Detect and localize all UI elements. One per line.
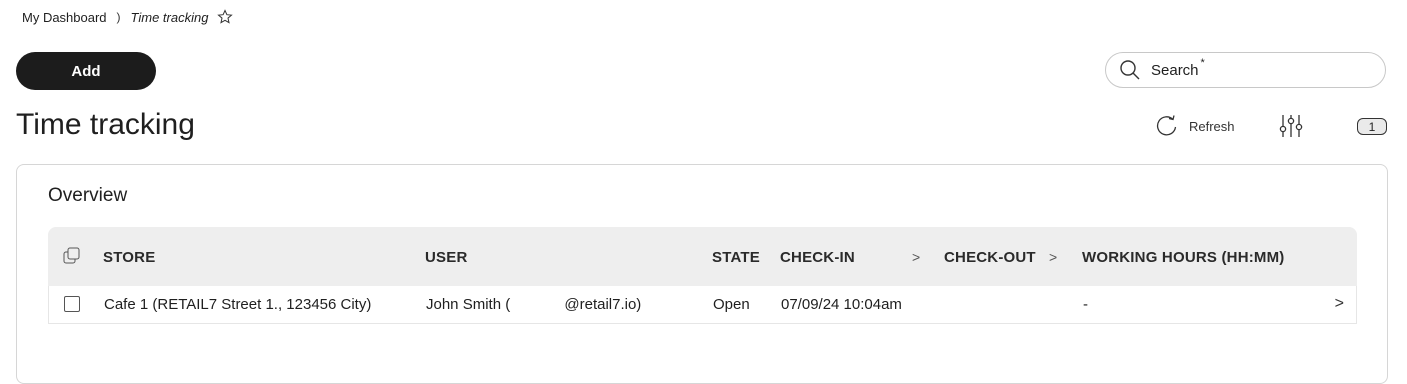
breadcrumb-separator: ): [116, 10, 121, 24]
required-mark: *: [1200, 56, 1205, 69]
cell-store: Cafe 1 (RETAIL7 Street 1., 123456 City): [104, 296, 372, 313]
page-title: Time tracking: [16, 108, 195, 141]
column-header-working-hours[interactable]: WORKING HOURS (HH:MM): [1082, 249, 1285, 266]
chevron-right-icon[interactable]: >: [912, 249, 920, 265]
search-icon: [1119, 59, 1141, 81]
column-header-store[interactable]: STORE: [103, 249, 155, 266]
copy-icon[interactable]: [63, 247, 81, 265]
column-header-checkin[interactable]: CHECK-IN: [780, 249, 855, 266]
time-tracking-table: STORE USER STATE CHECK-IN > CHECK-OUT > …: [48, 227, 1357, 324]
overview-title: Overview: [48, 185, 128, 206]
breadcrumb-home-link[interactable]: My Dashboard: [22, 10, 107, 25]
chevron-right-icon[interactable]: >: [1335, 295, 1344, 313]
overview-panel: Overview STORE USER STATE CHECK-IN > CHE…: [16, 164, 1388, 384]
cell-checkin: 07/09/24 10:04am: [781, 296, 902, 313]
row-checkbox[interactable]: [64, 296, 80, 312]
column-header-user[interactable]: USER: [425, 249, 467, 266]
chevron-right-icon[interactable]: >: [1049, 249, 1057, 265]
cell-state: Open: [713, 296, 750, 313]
column-header-state[interactable]: STATE: [712, 249, 760, 266]
add-button[interactable]: Add: [16, 52, 156, 90]
breadcrumb-current: Time tracking: [130, 9, 209, 25]
table-header: STORE USER STATE CHECK-IN > CHECK-OUT > …: [48, 227, 1357, 286]
refresh-icon: [1156, 115, 1177, 136]
column-header-checkout[interactable]: CHECK-OUT: [944, 249, 1036, 266]
column-settings-icon[interactable]: [1278, 113, 1304, 139]
star-icon[interactable]: [217, 9, 234, 25]
filter-count-badge[interactable]: 1: [1357, 118, 1387, 135]
search-input[interactable]: Search *: [1105, 52, 1386, 88]
cell-user: John Smith ( @retail7.io): [426, 296, 642, 313]
breadcrumb: My Dashboard ) Time tracking: [22, 9, 234, 25]
refresh-label: Refresh: [1189, 118, 1235, 134]
table-row[interactable]: Cafe 1 (RETAIL7 Street 1., 123456 City) …: [48, 286, 1357, 324]
search-placeholder: Search: [1151, 61, 1199, 79]
refresh-button[interactable]: Refresh: [1154, 113, 1235, 139]
cell-working-hours: -: [1083, 296, 1088, 313]
